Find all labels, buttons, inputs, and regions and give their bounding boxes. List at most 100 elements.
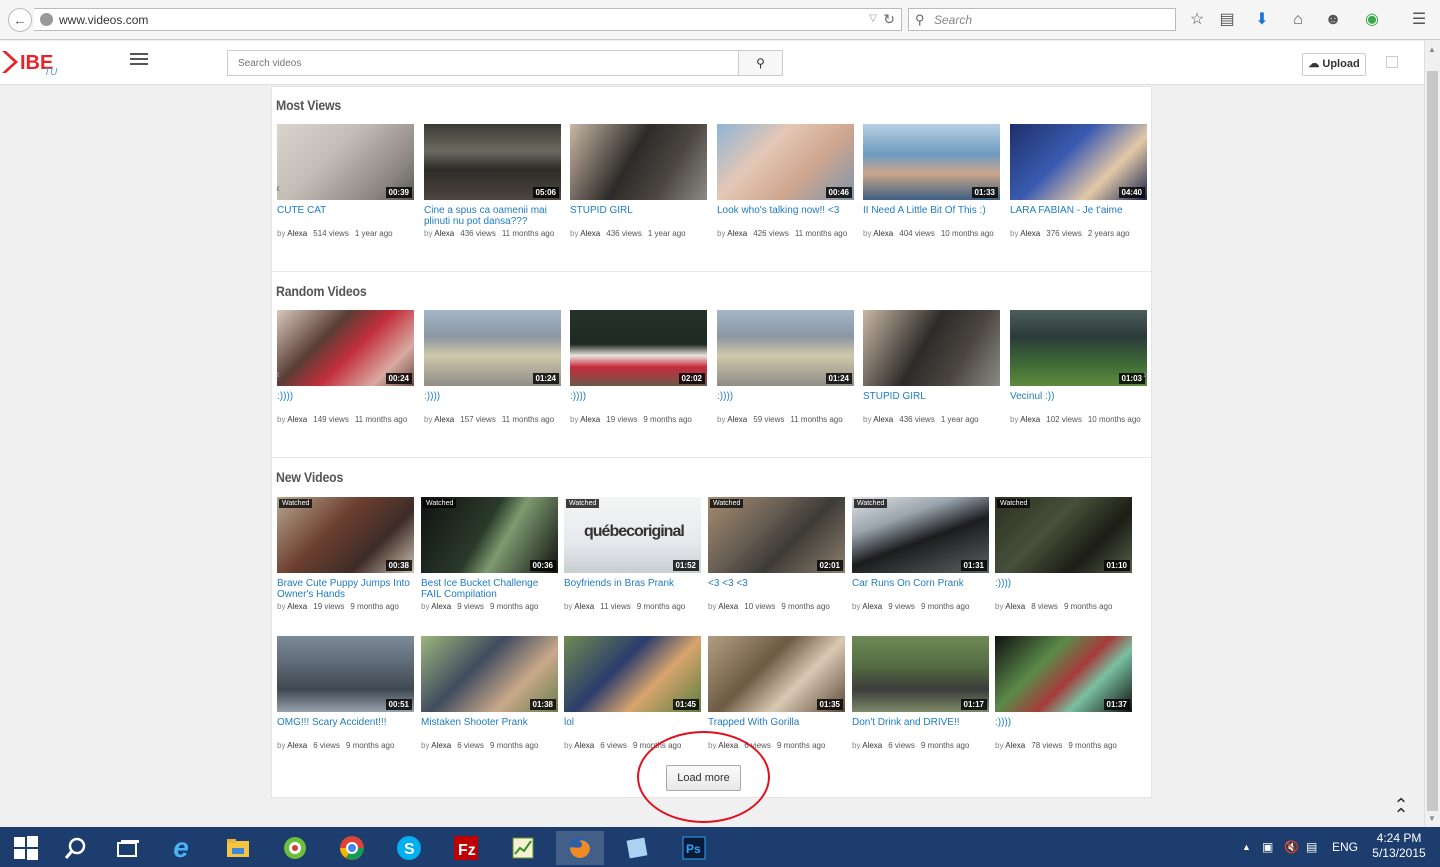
video-title-link[interactable]: Don't Drink and DRIVE!! <box>852 717 990 739</box>
chart-app-icon[interactable] <box>499 831 547 865</box>
video-author-link[interactable]: Alexa <box>574 602 594 611</box>
video-thumbnail[interactable]: 01:35 <box>708 636 845 712</box>
video-title-link[interactable]: STUPID GIRL <box>863 391 1001 413</box>
video-thumbnail[interactable]: 01:38 <box>421 636 558 712</box>
video-author-link[interactable]: Alexa <box>862 602 882 611</box>
video-title-link[interactable]: Car Runs On Corn Prank <box>852 578 990 600</box>
video-title-link[interactable]: LARA FABIAN - Je t'aime <box>1010 205 1148 227</box>
video-thumbnail[interactable]: 04:40 <box>1010 124 1147 200</box>
video-title-link[interactable]: :)))) <box>995 578 1133 600</box>
video-card[interactable]: 00:24:)))) by Alexa 149 views 11 months ago <box>277 310 415 424</box>
back-arrow-icon[interactable]: ← <box>8 8 32 32</box>
notes-app-icon[interactable] <box>613 831 661 865</box>
video-title-link[interactable]: Vecinul :)) <box>1010 391 1148 413</box>
windows-start-icon[interactable] <box>2 831 50 865</box>
video-card[interactable]: 01:35 Trapped With Gorilla by Alexa 6 views… <box>708 636 846 750</box>
system-clock[interactable]: 4:24 PM 5/13/2015 <box>1366 831 1432 861</box>
addon-icon[interactable]: ◉ <box>1361 9 1383 31</box>
bookmark-star-icon[interactable]: ☆ <box>1186 9 1208 31</box>
video-thumbnail[interactable]: 05:06 <box>424 124 561 200</box>
volume-muted-icon[interactable]: 🔇 <box>1284 827 1299 867</box>
video-author-link[interactable]: Alexa <box>1005 741 1025 750</box>
user-icon[interactable] <box>1386 56 1398 68</box>
video-title-link[interactable]: :)))) <box>424 391 562 413</box>
video-thumbnail[interactable] <box>570 124 707 200</box>
video-author-link[interactable]: Alexa <box>1005 602 1025 611</box>
video-card[interactable]: 01:33 II Need A Little Bit Of This :) by A… <box>863 124 1001 238</box>
video-thumbnail[interactable]: 00:39 <box>277 124 414 200</box>
photoshop-icon[interactable]: Ps <box>670 831 718 865</box>
video-author-link[interactable]: Alexa <box>1020 415 1040 424</box>
carousel-prev-icon[interactable]: ‹ <box>276 181 280 195</box>
video-card[interactable]: Watched 00:36 Best Ice Bucket Challenge FA… <box>421 497 559 611</box>
video-title-link[interactable]: Mistaken Shooter Prank <box>421 717 559 739</box>
menu-toggle-icon[interactable] <box>130 53 148 67</box>
search-button[interactable]: ⚲ <box>738 51 782 75</box>
video-thumbnail[interactable]: 01:45 <box>564 636 701 712</box>
scroll-up-icon[interactable]: ▲ <box>1428 45 1436 54</box>
site-logo[interactable]: IBE TU <box>2 47 72 77</box>
video-author-link[interactable]: Alexa <box>434 415 454 424</box>
tray-expand-icon[interactable]: ▲ <box>1242 827 1251 867</box>
video-author-link[interactable]: Alexa <box>727 229 747 238</box>
video-thumbnail[interactable]: 01:37 <box>995 636 1132 712</box>
video-card[interactable]: 01:38 Mistaken Shooter Prank by Alexa 6 vie… <box>421 636 559 750</box>
video-card[interactable]: Watched 02:01 <3 <3 <3 by Alexa 10 views 9 mo… <box>708 497 846 611</box>
internet-explorer-icon[interactable]: e <box>157 831 205 865</box>
video-author-link[interactable]: Alexa <box>287 602 307 611</box>
video-thumbnail[interactable]: 01:17 <box>852 636 989 712</box>
language-indicator[interactable]: ENG <box>1332 827 1358 867</box>
app-green-icon[interactable] <box>271 831 319 865</box>
video-thumbnail[interactable]: Watched 01:10 <box>995 497 1132 573</box>
chrome-icon[interactable] <box>328 831 376 865</box>
reload-icon[interactable]: ↻ <box>883 11 895 28</box>
video-card[interactable]: 00:51 OMG!!! Scary Accident!!! by Alexa 6 v… <box>277 636 415 750</box>
video-card[interactable]: Watched 01:31 Car Runs On Corn Prank by Ale… <box>852 497 990 611</box>
video-card[interactable]: STUPID GIRL by Alexa 436 views 1 year ago <box>570 124 708 238</box>
chat-icon[interactable]: ☻ <box>1322 9 1344 31</box>
search-icon[interactable] <box>52 831 100 865</box>
video-title-link[interactable]: Cine a spus ca oamenii mai plinuti nu po… <box>424 205 562 227</box>
page-scrollbar[interactable]: ▲ ▼ <box>1424 41 1440 827</box>
video-card[interactable]: Watched 00:38 Brave Cute Puppy Jumps Into … <box>277 497 415 611</box>
file-explorer-icon[interactable] <box>214 831 262 865</box>
video-thumbnail[interactable] <box>863 310 1000 386</box>
video-author-link[interactable]: Alexa <box>873 229 893 238</box>
video-title-link[interactable]: CUTE CAT <box>277 205 415 227</box>
video-thumbnail[interactable]: 02:02 <box>570 310 707 386</box>
video-thumbnail[interactable]: 01:03 <box>1010 310 1147 386</box>
video-card[interactable]: 04:40 LARA FABIAN - Je t'aime by Alexa 376 … <box>1010 124 1148 238</box>
video-author-link[interactable]: Alexa <box>431 602 451 611</box>
browser-search-box[interactable]: ⚲ Search <box>908 8 1176 31</box>
task-view-icon[interactable] <box>104 831 152 865</box>
video-author-link[interactable]: Alexa <box>287 415 307 424</box>
video-author-link[interactable]: Alexa <box>574 741 594 750</box>
network-icon[interactable]: ▣ <box>1262 827 1273 867</box>
video-author-link[interactable]: Alexa <box>1020 229 1040 238</box>
video-title-link[interactable]: STUPID GIRL <box>570 205 708 227</box>
video-card[interactable]: STUPID GIRL by Alexa 436 views 1 year ago <box>863 310 1001 424</box>
video-card[interactable]: 01:03 Vecinul :)) by Alexa 102 views 10 mont… <box>1010 310 1148 424</box>
scroll-thumb[interactable] <box>1427 71 1438 811</box>
video-thumbnail[interactable]: Watched 01:31 <box>852 497 989 573</box>
carousel-next-icon[interactable]: › <box>1143 367 1147 381</box>
video-title-link[interactable]: OMG!!! Scary Accident!!! <box>277 717 415 739</box>
video-title-link[interactable]: Boyfriends in Bras Prank <box>564 578 702 600</box>
video-author-link[interactable]: Alexa <box>580 229 600 238</box>
video-author-link[interactable]: Alexa <box>287 229 307 238</box>
download-icon[interactable]: ⬇ <box>1251 9 1273 31</box>
video-card[interactable]: 00:39 CUTE CAT by Alexa 514 views 1 year ago <box>277 124 415 238</box>
video-author-link[interactable]: Alexa <box>287 741 307 750</box>
video-title-link[interactable]: Best Ice Bucket Challenge FAIL Compilati… <box>421 578 559 600</box>
video-thumbnail[interactable]: Watched 00:36 <box>421 497 558 573</box>
video-title-link[interactable]: Brave Cute Puppy Jumps Into Owner's Hand… <box>277 578 415 600</box>
video-thumbnail[interactable]: 01:24 <box>424 310 561 386</box>
video-title-link[interactable]: II Need A Little Bit Of This :) <box>863 205 1001 227</box>
video-author-link[interactable]: Alexa <box>434 229 454 238</box>
video-thumbnail[interactable]: 01:33 <box>863 124 1000 200</box>
site-search-input[interactable] <box>228 51 739 75</box>
video-card[interactable]: Watched québecoriginal 01:52 Boyfriends in … <box>564 497 702 611</box>
video-card[interactable]: 01:37:)))) by Alexa 78 views 9 months ago <box>995 636 1133 750</box>
video-card[interactable]: 01:24:)))) by Alexa 59 views 11 months ago <box>717 310 855 424</box>
scroll-to-top-icon[interactable]: ⌃ ⌃ <box>1390 796 1412 824</box>
